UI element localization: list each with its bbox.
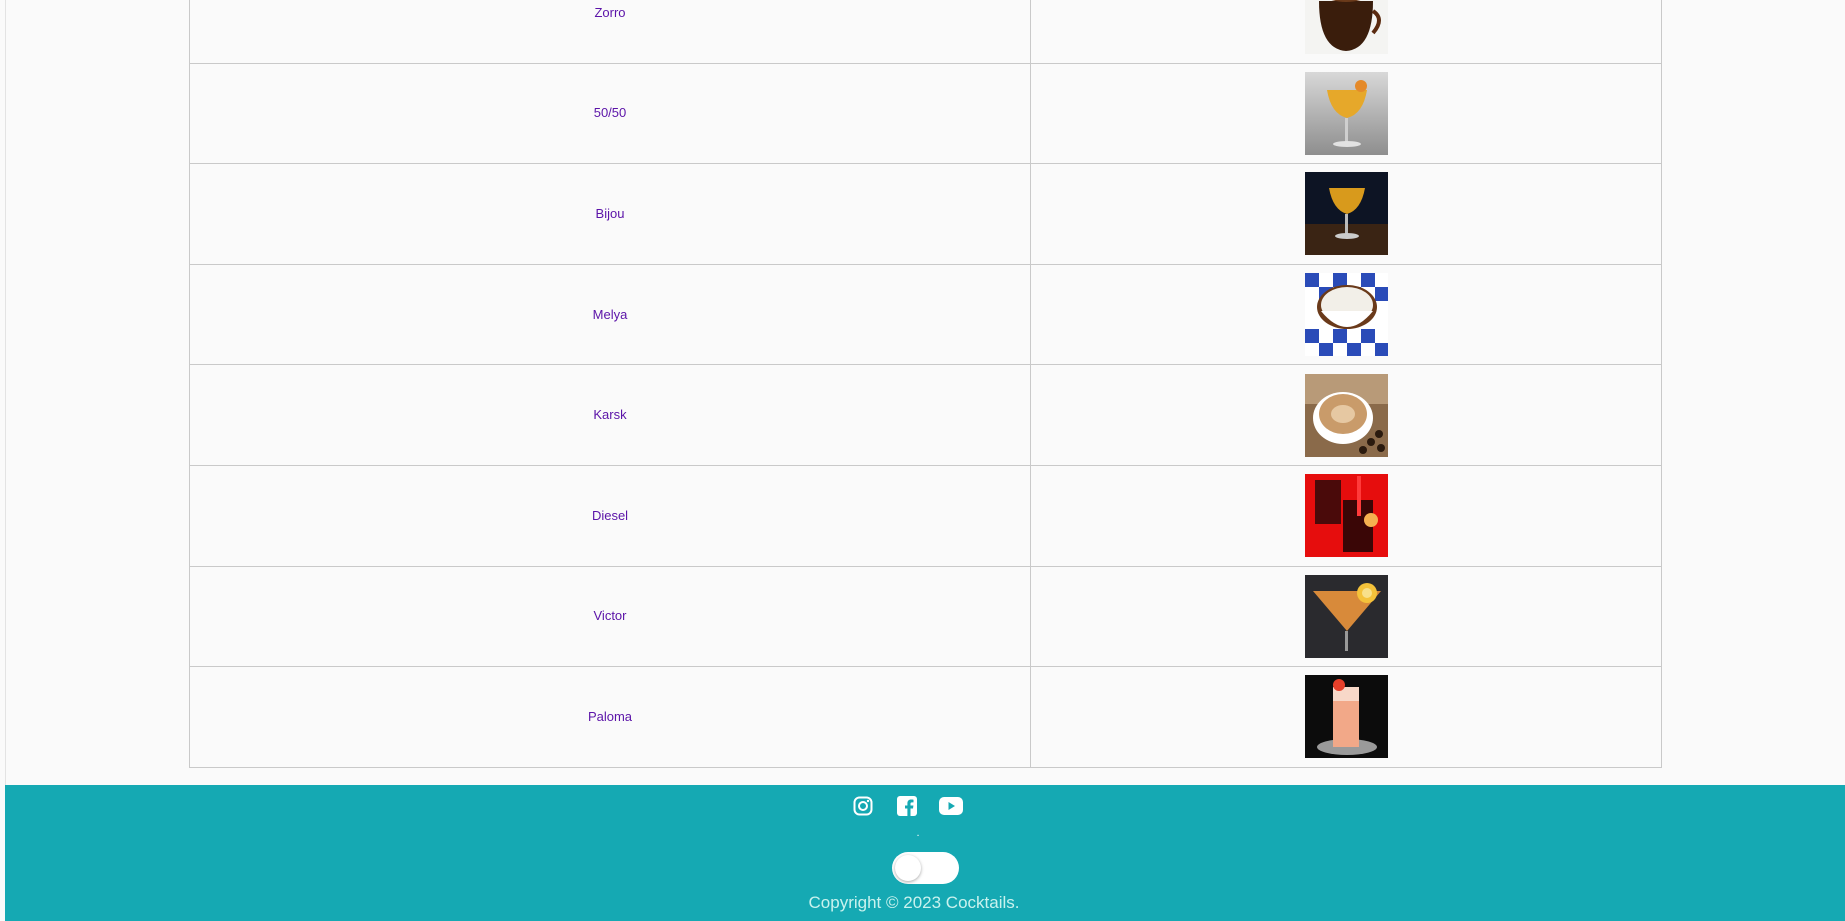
- name-cell: Zorro: [189, 0, 1031, 64]
- theme-toggle[interactable]: [892, 852, 959, 884]
- drink-link-paloma[interactable]: Paloma: [588, 709, 632, 724]
- drink-image-diesel[interactable]: [1304, 474, 1388, 558]
- image-cell: [1030, 62, 1662, 165]
- image-cell: [1030, 364, 1662, 466]
- drink-image-victor[interactable]: [1304, 574, 1388, 658]
- name-cell: 50/50: [189, 62, 1031, 165]
- image-cell: [1030, 163, 1662, 265]
- site-footer: . Copyright © 2023 Cocktails.: [5, 785, 1845, 921]
- table-row: Zorro: [189, 0, 1662, 64]
- drink-image-zorro[interactable]: [1304, 0, 1388, 55]
- drink-image-50-50[interactable]: [1304, 71, 1388, 155]
- image-cell: [1030, 263, 1662, 366]
- drink-link-melya[interactable]: Melya: [593, 307, 628, 322]
- drink-link-bijou[interactable]: Bijou: [596, 206, 625, 221]
- drink-image-karsk[interactable]: [1304, 373, 1388, 457]
- table-row: Paloma: [189, 666, 1662, 768]
- table-row: Melya: [189, 263, 1662, 366]
- table-row: Bijou: [189, 163, 1662, 265]
- drink-image-paloma[interactable]: [1304, 675, 1388, 759]
- facebook-icon[interactable]: [895, 794, 919, 818]
- table-row: 50/50: [189, 62, 1662, 165]
- image-cell: [1030, 666, 1662, 768]
- drink-image-melya[interactable]: [1304, 273, 1388, 357]
- drink-link-diesel[interactable]: Diesel: [592, 508, 628, 523]
- toggle-knob: [895, 855, 921, 881]
- drink-link-victor[interactable]: Victor: [594, 608, 627, 623]
- image-cell: [1030, 565, 1662, 668]
- name-cell: Bijou: [189, 163, 1031, 265]
- instagram-icon[interactable]: [851, 794, 875, 818]
- social-links: [0, 794, 1827, 818]
- name-cell: Melya: [189, 263, 1031, 366]
- drink-link-karsk[interactable]: Karsk: [593, 407, 626, 422]
- name-cell: Karsk: [189, 364, 1031, 466]
- page-left-border: [5, 0, 6, 785]
- image-cell: [1030, 0, 1662, 64]
- name-cell: Paloma: [189, 666, 1031, 768]
- cocktail-table: Zorro 50/50 Bijou Melya Karsk Diesel Vic…: [189, 0, 1662, 768]
- drink-link-zorro[interactable]: Zorro: [594, 5, 625, 20]
- name-cell: Victor: [189, 565, 1031, 668]
- youtube-icon[interactable]: [939, 794, 963, 818]
- drink-link-50-50[interactable]: 50/50: [594, 105, 627, 120]
- table-row: Victor: [189, 565, 1662, 668]
- table-row: Diesel: [189, 464, 1662, 567]
- drink-image-bijou[interactable]: [1304, 172, 1388, 256]
- copyright-text: Copyright © 2023 Cocktails.: [808, 893, 1020, 912]
- footer-dot: .: [916, 827, 920, 839]
- image-cell: [1030, 464, 1662, 567]
- table-row: Karsk: [189, 364, 1662, 466]
- name-cell: Diesel: [189, 464, 1031, 567]
- cocktail-table-container: Zorro 50/50 Bijou Melya Karsk Diesel Vic…: [189, 0, 1662, 768]
